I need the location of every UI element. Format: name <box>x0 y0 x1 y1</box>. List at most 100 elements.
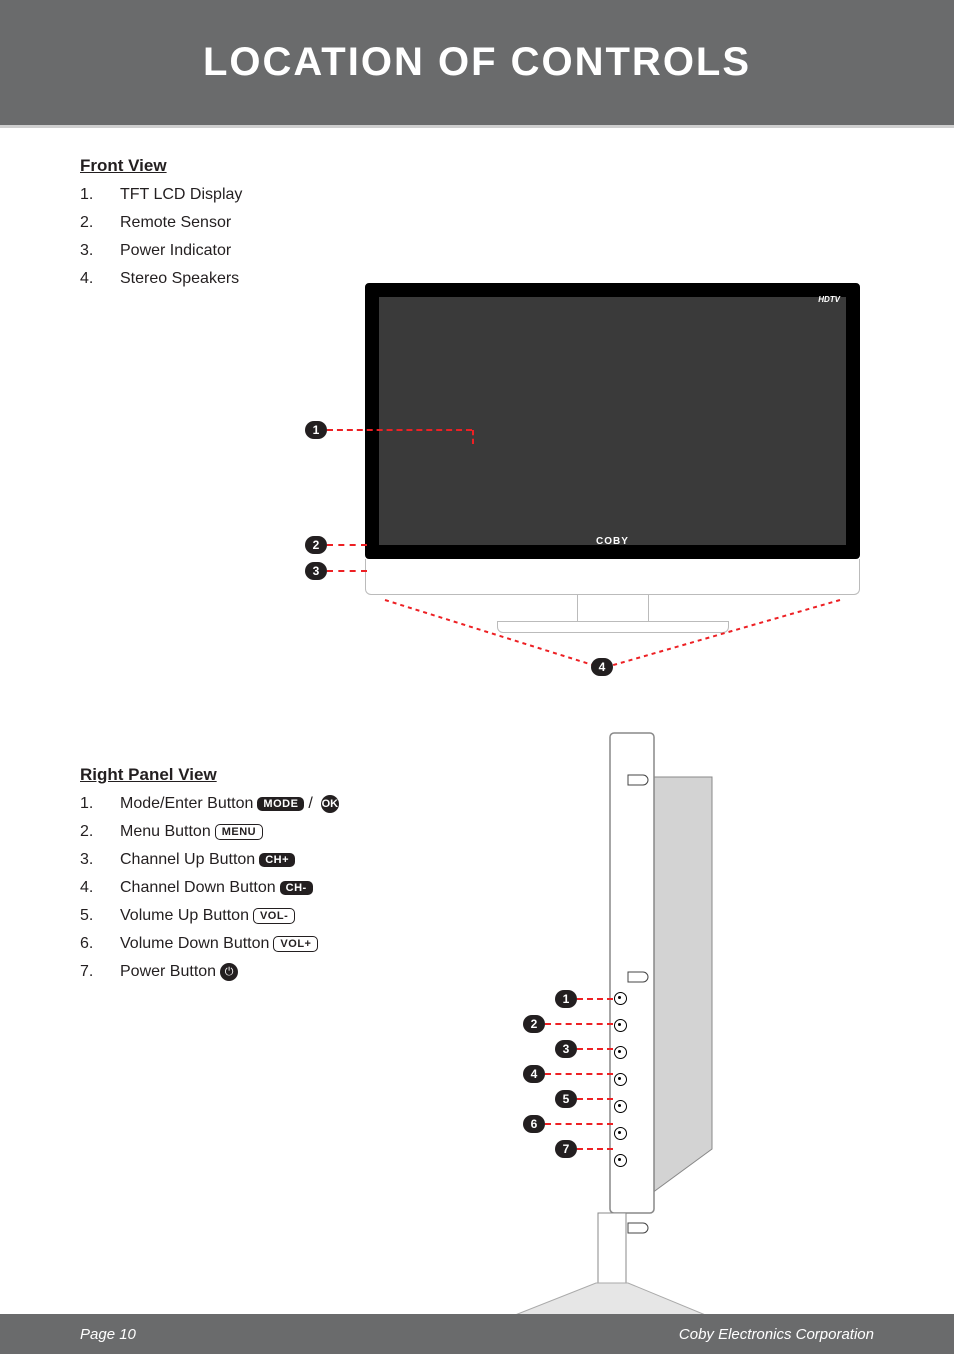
right-panel-heading: Right Panel View <box>80 765 480 785</box>
callout-number: 2 <box>523 1015 545 1033</box>
callout-front-2: 2 <box>305 536 367 554</box>
front-view-section: Front View 1.TFT LCD Display 2.Remote Se… <box>80 156 874 298</box>
callout-number: 1 <box>305 421 327 439</box>
list-item: 4. Channel Down Button CH- <box>80 879 480 897</box>
callout-number: 3 <box>305 562 327 580</box>
callout-leader <box>545 1073 613 1075</box>
list-label: Menu Button <box>120 823 211 841</box>
list-item: 3.Power Indicator <box>80 242 320 260</box>
page-body: Front View 1.TFT LCD Display 2.Remote Se… <box>0 128 954 1246</box>
side-physical-button <box>614 1100 627 1113</box>
callout-side-2: 2 <box>523 1015 613 1033</box>
list-num: 7. <box>80 963 120 981</box>
ok-circle: OK <box>321 795 339 813</box>
callout-front-3: 3 <box>305 562 367 580</box>
list-num: 1. <box>80 186 120 204</box>
list-num: 2. <box>80 214 120 232</box>
callout-number: 1 <box>555 990 577 1008</box>
callout-number: 4 <box>591 658 613 676</box>
footer-page-number: Page 10 <box>80 1326 136 1343</box>
separator: / <box>308 795 312 813</box>
right-panel-list: 1. Mode/Enter Button MODE / OK 2. Menu B… <box>80 795 480 981</box>
callout-leader <box>327 570 367 572</box>
tv-hdtv-badge: HDTV <box>818 295 840 304</box>
callout-side-7: 7 <box>555 1140 613 1158</box>
list-num: 5. <box>80 907 120 925</box>
front-view-list: 1.TFT LCD Display 2.Remote Sensor 3.Powe… <box>80 186 320 288</box>
volplus-pill: VOL+ <box>273 936 318 952</box>
front-view-heading: Front View <box>80 156 320 176</box>
callout-leader <box>577 1098 613 1100</box>
callout-number: 3 <box>555 1040 577 1058</box>
chplus-pill: CH+ <box>259 853 295 867</box>
callout-number: 5 <box>555 1090 577 1108</box>
list-num: 4. <box>80 879 120 897</box>
callout-side-6: 6 <box>523 1115 613 1133</box>
menu-pill: MENU <box>215 824 263 840</box>
list-num: 4. <box>80 270 120 288</box>
list-num: 1. <box>80 795 120 813</box>
callout-side-5: 5 <box>555 1090 613 1108</box>
list-label: Channel Down Button <box>120 879 276 897</box>
list-num: 3. <box>80 851 120 869</box>
list-label: Remote Sensor <box>120 214 231 232</box>
footer-company: Coby Electronics Corporation <box>679 1326 874 1343</box>
callout-number: 4 <box>523 1065 545 1083</box>
list-item: 7. Power Button ⏻ <box>80 963 480 981</box>
tv-front-diagram: HDTV COBY <box>365 283 860 633</box>
page-title: LOCATION OF CONTROLS <box>203 40 751 85</box>
side-physical-button <box>614 1127 627 1140</box>
callout-leader <box>327 544 367 546</box>
list-item: 3. Channel Up Button CH+ <box>80 851 480 869</box>
callout-leader <box>577 1048 613 1050</box>
side-physical-button <box>614 1154 627 1167</box>
callout-side-3: 3 <box>555 1040 613 1058</box>
callout-leader <box>577 998 613 1000</box>
list-label: Power Indicator <box>120 242 231 260</box>
page-footer: Page 10 Coby Electronics Corporation <box>0 1314 954 1354</box>
page: LOCATION OF CONTROLS Front View 1.TFT LC… <box>0 0 954 1354</box>
callout-leader <box>545 1023 613 1025</box>
callout-leader <box>472 430 474 444</box>
list-item: 2. Menu Button MENU <box>80 823 480 841</box>
list-label: TFT LCD Display <box>120 186 242 204</box>
list-item: 1.TFT LCD Display <box>80 186 320 204</box>
callout-side-4: 4 <box>523 1065 613 1083</box>
tv-side-diagram <box>470 723 750 1343</box>
callout-leader <box>327 429 472 431</box>
list-label: Mode/Enter Button <box>120 795 253 813</box>
list-num: 3. <box>80 242 120 260</box>
volminus-pill: VOL- <box>253 908 295 924</box>
side-physical-button <box>614 1019 627 1032</box>
list-num: 2. <box>80 823 120 841</box>
list-label: Power Button <box>120 963 216 981</box>
chminus-pill: CH- <box>280 881 313 895</box>
callout-front-4: 4 <box>591 658 613 676</box>
list-label: Stereo Speakers <box>120 270 239 288</box>
tv-brand-label: COBY <box>596 536 629 547</box>
callout-leader <box>577 1148 613 1150</box>
mode-pill: MODE <box>257 797 304 811</box>
callout-number: 2 <box>305 536 327 554</box>
side-button-column <box>614 992 627 1181</box>
list-item: 5. Volume Up Button VOL- <box>80 907 480 925</box>
callout-front-1: 1 <box>305 416 474 444</box>
page-header: LOCATION OF CONTROLS <box>0 0 954 128</box>
side-physical-button <box>614 1073 627 1086</box>
callout-leader <box>545 1123 613 1125</box>
list-item: 4.Stereo Speakers <box>80 270 320 288</box>
list-item: 1. Mode/Enter Button MODE / OK <box>80 795 480 813</box>
callout-number: 7 <box>555 1140 577 1158</box>
power-icon: ⏻ <box>220 963 238 981</box>
side-physical-button <box>614 992 627 1005</box>
callout-side-1: 1 <box>555 990 613 1008</box>
list-item: 6. Volume Down Button VOL+ <box>80 935 480 953</box>
list-label: Channel Up Button <box>120 851 255 869</box>
list-num: 6. <box>80 935 120 953</box>
list-label: Volume Down Button <box>120 935 269 953</box>
side-physical-button <box>614 1046 627 1059</box>
right-panel-section: Right Panel View 1. Mode/Enter Button MO… <box>80 765 480 991</box>
callout-number: 6 <box>523 1115 545 1133</box>
front-view-text: Front View 1.TFT LCD Display 2.Remote Se… <box>80 156 320 298</box>
list-label: Volume Up Button <box>120 907 249 925</box>
